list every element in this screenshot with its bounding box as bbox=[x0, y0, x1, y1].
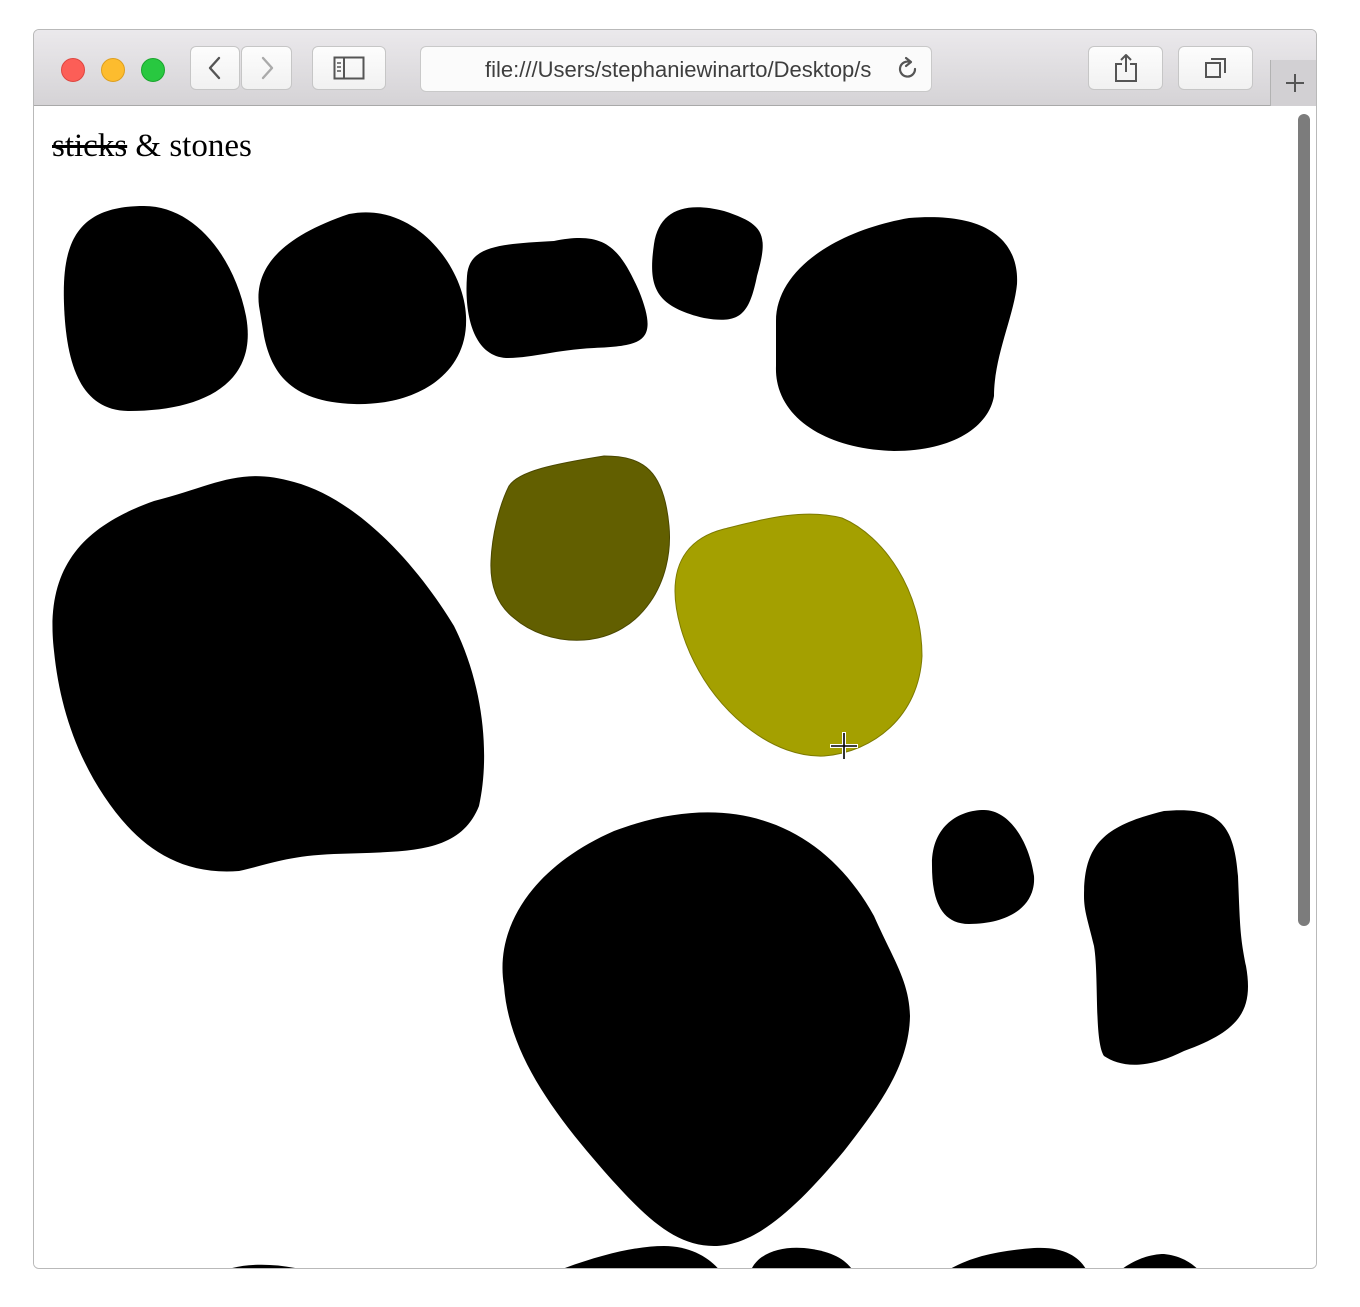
stone[interactable] bbox=[52, 476, 485, 872]
chevron-right-icon bbox=[261, 56, 273, 80]
reload-icon[interactable] bbox=[895, 56, 921, 82]
minimize-window-button[interactable] bbox=[101, 58, 125, 82]
stone[interactable] bbox=[749, 1247, 856, 1269]
stone-hovered[interactable] bbox=[674, 513, 923, 757]
title-struck-word: sticks bbox=[52, 128, 128, 164]
tab-overview-icon bbox=[1204, 58, 1226, 78]
share-button[interactable] bbox=[1088, 46, 1163, 90]
title-rest: & stones bbox=[127, 128, 252, 164]
stone[interactable] bbox=[214, 1264, 324, 1269]
tab-overview-button[interactable] bbox=[1178, 46, 1253, 90]
stone[interactable] bbox=[544, 1246, 724, 1269]
chevron-left-icon bbox=[208, 56, 221, 80]
stone[interactable] bbox=[775, 217, 1018, 451]
back-button[interactable] bbox=[190, 46, 240, 90]
stone[interactable] bbox=[939, 1247, 1089, 1269]
page-content: sticks & stones bbox=[34, 106, 1316, 1269]
browser-toolbar: file:///Users/stephaniewinarto/Desktop/s… bbox=[34, 30, 1316, 106]
page-title: sticks & stones bbox=[52, 126, 252, 166]
browser-window: file:///Users/stephaniewinarto/Desktop/s… bbox=[33, 29, 1317, 1269]
stone[interactable] bbox=[931, 810, 1035, 924]
stone[interactable] bbox=[1114, 1254, 1204, 1269]
stones-field bbox=[52, 206, 1249, 1269]
crosshair-cursor-icon bbox=[830, 732, 858, 760]
forward-button[interactable] bbox=[241, 46, 292, 90]
stone[interactable] bbox=[466, 238, 648, 358]
stone[interactable] bbox=[652, 207, 763, 320]
stone[interactable] bbox=[1084, 810, 1249, 1065]
new-tab-button[interactable] bbox=[1270, 60, 1316, 106]
stone[interactable] bbox=[63, 206, 248, 411]
plus-icon bbox=[1285, 74, 1304, 92]
stone[interactable] bbox=[258, 212, 467, 405]
sidebar-button[interactable] bbox=[312, 46, 386, 90]
close-window-button[interactable] bbox=[61, 58, 85, 82]
stone-previously-hovered[interactable] bbox=[490, 455, 671, 641]
vertical-scrollbar-thumb[interactable] bbox=[1298, 114, 1310, 926]
share-icon bbox=[1114, 54, 1137, 82]
sidebar-icon bbox=[333, 56, 365, 80]
address-text[interactable]: file:///Users/stephaniewinarto/Desktop/s… bbox=[485, 58, 871, 82]
zoom-window-button[interactable] bbox=[141, 58, 165, 82]
address-bar[interactable]: file:///Users/stephaniewinarto/Desktop/s… bbox=[420, 46, 932, 92]
stone[interactable] bbox=[502, 812, 910, 1246]
